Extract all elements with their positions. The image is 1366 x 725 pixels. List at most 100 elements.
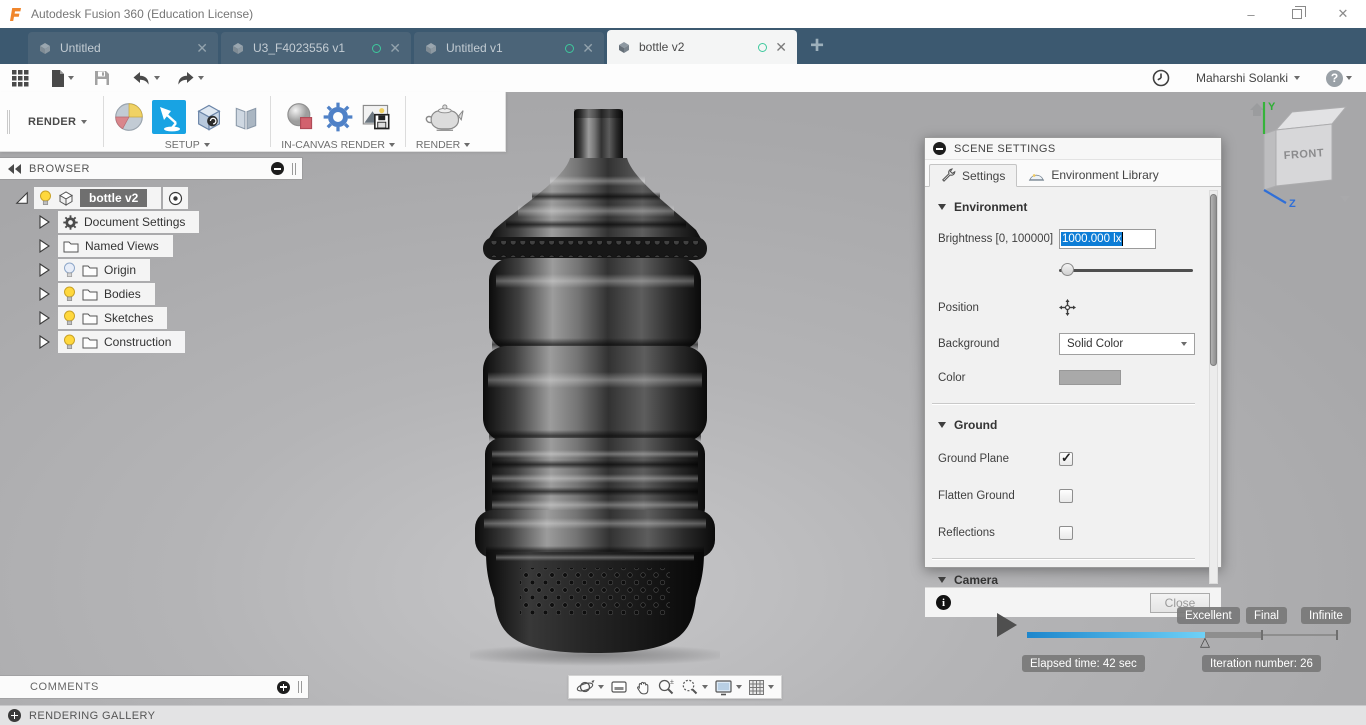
tree-item-label[interactable]: Sketches	[104, 311, 153, 325]
save-button[interactable]	[94, 70, 110, 86]
scene-settings-header[interactable]: SCENE SETTINGS	[925, 138, 1221, 160]
file-menu-button[interactable]	[51, 69, 74, 87]
tree-row-bodies[interactable]: Bodies	[0, 282, 302, 306]
quality-excellent-badge[interactable]: Excellent	[1177, 607, 1240, 624]
app-launcher-button[interactable]	[12, 69, 29, 87]
slider-handle[interactable]	[1061, 262, 1074, 276]
ground-section-header[interactable]: Ground	[938, 418, 1195, 432]
tab-bottle-v2[interactable]: bottle v2 ✕	[607, 30, 797, 64]
view-cube[interactable]: FRONT Y Z	[1228, 94, 1358, 209]
viewport-canvas[interactable]: RENDER SETUP IN-CANVAS RENDER RENDER FRO…	[0, 92, 1366, 705]
zoom-button[interactable]: ±	[657, 678, 675, 696]
collapsed-arrow-icon[interactable]	[38, 263, 50, 277]
collapsed-arrow-icon[interactable]	[38, 311, 50, 325]
decal-button[interactable]	[232, 103, 260, 131]
tab-close-icon[interactable]: ✕	[775, 40, 787, 54]
flatten-ground-checkbox[interactable]	[1059, 488, 1073, 503]
panel-collapse-icon[interactable]	[271, 162, 284, 175]
tree-item-label[interactable]: Origin	[104, 263, 136, 277]
rendered-bottle-model[interactable]	[470, 106, 720, 666]
panel-grip[interactable]	[298, 681, 302, 693]
render-settings-button[interactable]	[323, 102, 353, 132]
help-menu-button[interactable]: ?	[1326, 69, 1352, 87]
render-button[interactable]	[422, 101, 464, 133]
setup-group-dropdown[interactable]: SETUP	[165, 139, 210, 151]
display-settings-button[interactable]	[714, 679, 742, 696]
dialog-scrollbar[interactable]	[1209, 190, 1218, 584]
ground-plane-checkbox[interactable]	[1059, 450, 1073, 466]
tab-close-icon[interactable]: ✕	[196, 41, 208, 55]
in-canvas-render-button[interactable]	[285, 102, 315, 132]
activate-component-icon[interactable]	[168, 191, 183, 206]
tab-u3-f4023556[interactable]: U3_F4023556 v1 ✕	[221, 32, 411, 64]
collapse-panel-icon[interactable]	[8, 163, 21, 174]
comments-panel[interactable]: COMMENTS	[0, 676, 308, 698]
visibility-bulb-icon[interactable]	[63, 286, 76, 303]
tree-row-named-views[interactable]: Named Views	[0, 234, 302, 258]
tab-environment-library[interactable]: Environment Library	[1017, 164, 1169, 186]
tree-root-row[interactable]: bottle v2	[0, 186, 302, 210]
tab-close-icon[interactable]: ✕	[389, 41, 401, 55]
appearance-button[interactable]	[114, 102, 144, 132]
pan-button[interactable]	[634, 679, 651, 696]
user-account-menu[interactable]: Maharshi Solanki	[1196, 71, 1300, 85]
collapsed-arrow-icon[interactable]	[38, 215, 50, 229]
brightness-slider[interactable]	[1059, 262, 1193, 277]
tree-row-document-settings[interactable]: Document Settings	[0, 210, 302, 234]
toolbar-grip[interactable]	[7, 110, 10, 134]
workspace-selector[interactable]: RENDER	[14, 92, 103, 151]
environment-section-header[interactable]: Environment	[938, 200, 1195, 214]
redo-button[interactable]	[176, 71, 204, 86]
tab-untitled-v1[interactable]: Untitled v1 ✕	[414, 32, 604, 64]
minimize-button[interactable]: –	[1228, 0, 1274, 28]
visibility-bulb-icon[interactable]	[39, 190, 52, 207]
background-select[interactable]: Solid Color	[1059, 333, 1195, 355]
dialog-collapse-icon[interactable]	[933, 142, 946, 155]
position-move-icon[interactable]	[1059, 299, 1076, 316]
tree-row-origin[interactable]: Origin	[0, 258, 302, 282]
add-comment-icon[interactable]	[277, 680, 290, 694]
collapsed-arrow-icon[interactable]	[38, 239, 50, 253]
render-group-dropdown[interactable]: RENDER	[416, 139, 471, 151]
info-icon[interactable]: i	[936, 595, 951, 610]
visibility-bulb-off-icon[interactable]	[63, 262, 76, 279]
new-tab-button[interactable]: +	[800, 32, 836, 64]
undo-button[interactable]	[132, 71, 160, 86]
look-at-button[interactable]	[610, 679, 628, 695]
viewcube-menu-chevron-icon[interactable]	[1340, 196, 1350, 202]
tree-item-label[interactable]: Bodies	[104, 287, 141, 301]
close-window-button[interactable]: ✕	[1320, 0, 1366, 28]
expand-arrow-icon[interactable]	[15, 191, 29, 205]
rendering-gallery-label[interactable]: RENDERING GALLERY	[29, 710, 155, 722]
slider-track[interactable]	[1059, 268, 1193, 272]
restore-button[interactable]	[1274, 0, 1320, 28]
render-play-button[interactable]	[997, 613, 1017, 637]
collapsed-arrow-icon[interactable]	[38, 287, 50, 301]
root-node-label[interactable]: bottle v2	[80, 189, 148, 207]
render-quality-slider[interactable]	[1027, 630, 1339, 642]
tree-item-label[interactable]: Named Views	[85, 239, 159, 253]
job-status-clock-icon[interactable]	[1152, 69, 1170, 87]
scrollbar-thumb[interactable]	[1210, 194, 1217, 366]
tab-untitled[interactable]: Untitled ✕	[28, 32, 218, 64]
tab-close-icon[interactable]: ✕	[582, 41, 594, 55]
home-view-icon[interactable]	[1250, 103, 1264, 116]
camera-section-header[interactable]: Camera	[938, 573, 1195, 587]
reflections-checkbox[interactable]	[1059, 525, 1073, 540]
tree-row-sketches[interactable]: Sketches	[0, 306, 302, 330]
background-color-swatch[interactable]	[1059, 370, 1121, 385]
quality-final-badge[interactable]: Final	[1246, 607, 1287, 624]
tree-row-construction[interactable]: Construction	[0, 330, 302, 354]
brightness-input[interactable]: 1000.000 lx	[1059, 228, 1156, 249]
rendering-gallery-icon[interactable]	[8, 709, 21, 722]
tree-item-label[interactable]: Construction	[104, 335, 171, 349]
zoom-window-button[interactable]	[681, 678, 708, 696]
grid-settings-button[interactable]	[748, 679, 774, 696]
tree-item-label[interactable]: Document Settings	[84, 215, 185, 229]
scene-settings-button[interactable]	[152, 100, 187, 134]
tab-settings[interactable]: Settings	[929, 164, 1018, 187]
orbit-button[interactable]	[576, 678, 604, 696]
panel-grip[interactable]	[292, 162, 296, 175]
quality-marker-icon[interactable]: △	[1200, 635, 1210, 650]
visibility-bulb-icon[interactable]	[63, 334, 76, 351]
